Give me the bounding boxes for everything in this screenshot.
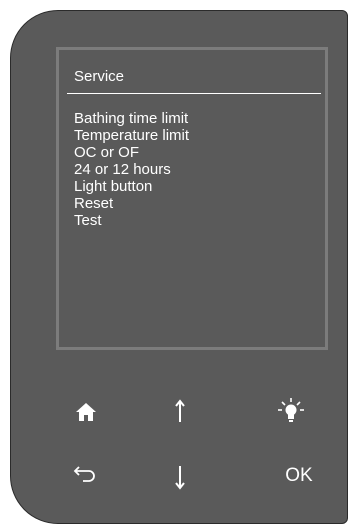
menu-item-light-button[interactable]: Light button [74,178,189,195]
arrow-up-icon [175,399,185,422]
back-button[interactable] [63,456,107,496]
service-menu: Bathing time limit Temperature limit OC … [74,110,189,229]
home-icon [76,403,96,421]
up-button[interactable] [158,391,202,431]
menu-item-temperature-unit[interactable]: OC or OF [74,144,189,161]
menu-item-reset[interactable]: Reset [74,195,189,212]
menu-item-test[interactable]: Test [74,212,189,229]
control-panel: Service Bathing time limit Temperature l… [10,10,348,524]
arrow-down-icon [175,466,185,490]
ok-button[interactable]: OK [277,456,321,496]
screen-title: Service [74,68,125,85]
menu-item-bathing-time-limit[interactable]: Bathing time limit [74,110,189,127]
menu-item-temperature-limit[interactable]: Temperature limit [74,127,189,144]
menu-item-time-format[interactable]: 24 or 12 hours [74,161,189,178]
light-bulb-icon [278,398,304,422]
down-button[interactable] [158,457,202,497]
display-screen: Service Bathing time limit Temperature l… [56,47,328,350]
light-button[interactable] [269,391,313,431]
title-divider [67,93,321,94]
back-arrow-icon [73,466,95,482]
home-button[interactable] [64,392,108,432]
